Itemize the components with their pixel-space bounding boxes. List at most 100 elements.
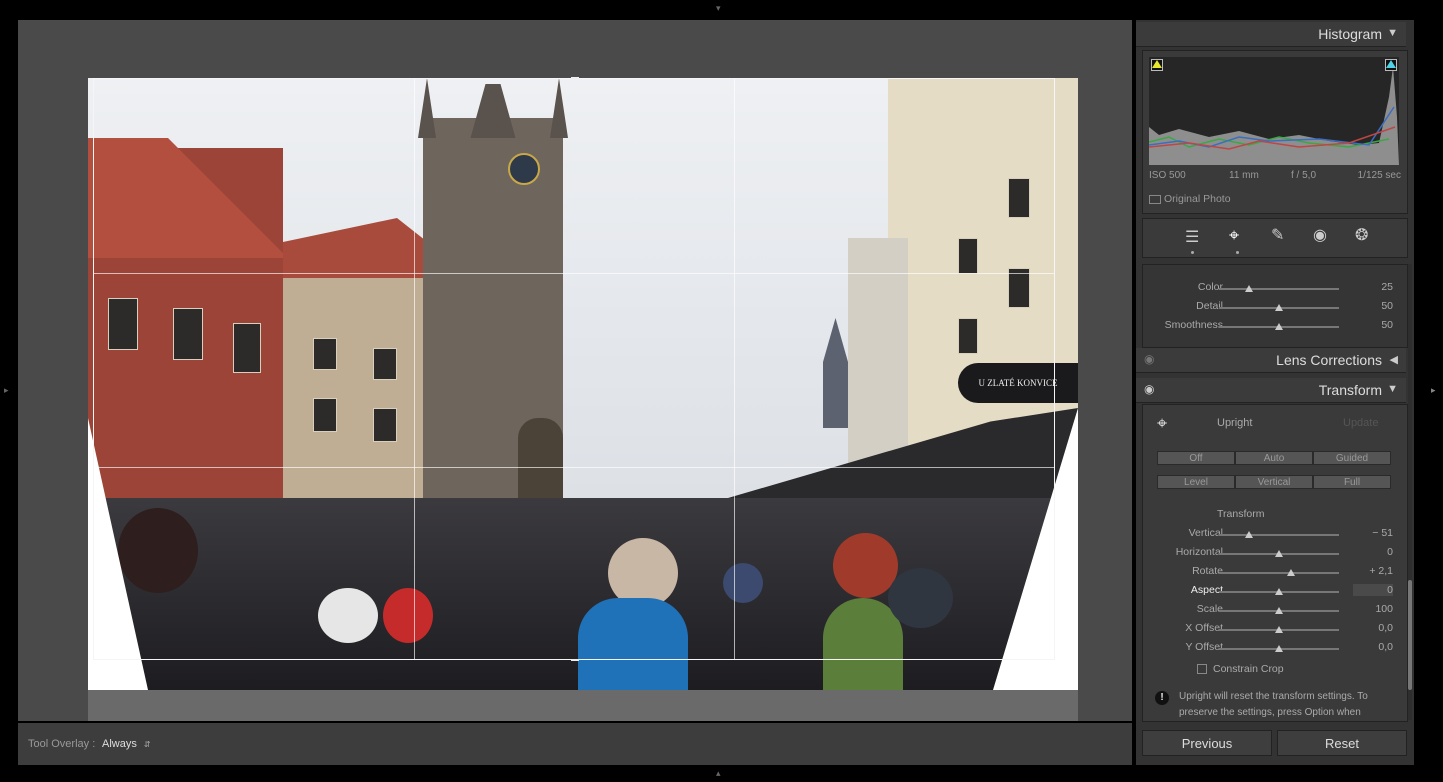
previous-button[interactable]: Previous <box>1142 730 1272 756</box>
checkbox[interactable] <box>1197 664 1207 675</box>
crop-icon[interactable]: ⌖ <box>1229 225 1239 246</box>
slider-row-smoothness[interactable]: Smoothness 50 <box>1143 317 1407 335</box>
upright-mode-off[interactable]: Off <box>1157 451 1235 465</box>
slider-track[interactable] <box>1219 572 1339 574</box>
crop-handle-top[interactable] <box>571 77 579 79</box>
slider-value[interactable]: 0,0 <box>1353 641 1393 653</box>
slider-row-horizontal[interactable]: Horizontal 0 <box>1143 544 1407 562</box>
upright-mode-auto[interactable]: Auto <box>1235 451 1313 465</box>
slider-thumb[interactable] <box>1275 645 1283 652</box>
noise-reduction-panel: Color 25 Detail 50 Smoothness 50 <box>1142 264 1408 348</box>
slider-value[interactable]: 100 <box>1353 603 1393 615</box>
active-tool-dot <box>1191 251 1194 254</box>
upright-mode-full[interactable]: Full <box>1313 475 1391 489</box>
slider-row-color[interactable]: Color 25 <box>1143 279 1407 297</box>
slider-row-rotate[interactable]: Rotate + 2,1 <box>1143 563 1407 581</box>
transform-header[interactable]: ◉ Transform ▼ <box>1136 378 1406 403</box>
guided-upright-tool-icon[interactable]: ⌖ <box>1157 413 1167 434</box>
slider-value[interactable]: 0 <box>1353 584 1393 596</box>
crop-overlay[interactable] <box>93 77 1055 661</box>
slider-label: Horizontal <box>1175 546 1223 558</box>
upright-label: Upright <box>1217 417 1253 429</box>
slider-row-vertical[interactable]: Vertical − 51 <box>1143 525 1407 543</box>
upright-mode-vertical[interactable]: Vertical <box>1235 475 1313 489</box>
toolbar: Tool Overlay : Always ⇵ <box>18 723 1132 765</box>
slider-row-y-offset[interactable]: Y Offset 0,0 <box>1143 639 1407 657</box>
visibility-eye-icon[interactable]: ◉ <box>1144 382 1154 396</box>
slider-label: Y Offset <box>1185 641 1223 653</box>
upright-mode-guided[interactable]: Guided <box>1313 451 1391 465</box>
checkbox[interactable] <box>1149 194 1161 204</box>
slider-thumb[interactable] <box>1275 588 1283 595</box>
slider-value[interactable]: 0 <box>1353 546 1393 558</box>
histogram-curve <box>1149 67 1399 165</box>
slider-label: Vertical <box>1188 527 1223 539</box>
radial-filter-icon[interactable]: ❂ <box>1355 225 1368 245</box>
active-tool-dot <box>1236 251 1239 254</box>
transform-title: Transform <box>1318 382 1382 398</box>
tool-overlay-select[interactable]: Always ⇵ <box>102 738 151 750</box>
tool-overlay-value: Always <box>102 738 137 750</box>
upright-mode-level[interactable]: Level <box>1157 475 1235 489</box>
slider-value[interactable]: 0,0 <box>1353 622 1393 634</box>
crop-grid-line <box>94 467 1054 468</box>
histogram-header[interactable]: Histogram ▼ <box>1136 22 1406 47</box>
original-photo-toggle[interactable]: Original Photo <box>1149 193 1231 205</box>
slider-thumb[interactable] <box>1245 531 1253 538</box>
panel-scrollbar[interactable] <box>1408 264 1412 720</box>
redeye-icon[interactable]: ◉ <box>1313 225 1327 245</box>
slider-value[interactable]: 50 <box>1353 300 1393 312</box>
reset-button[interactable]: Reset <box>1277 730 1407 756</box>
crop-grid-line <box>734 79 735 659</box>
tool-overlay-label: Tool Overlay : <box>28 738 96 750</box>
slider-label: Rotate <box>1192 565 1223 577</box>
top-panel-toggle-icon[interactable]: ▾ <box>716 4 721 13</box>
visibility-eye-icon[interactable]: ◉ <box>1144 352 1154 366</box>
expand-triangle-icon[interactable]: ◀ <box>1390 353 1398 366</box>
slider-label: X Offset <box>1185 622 1223 634</box>
slider-thumb[interactable] <box>1275 550 1283 557</box>
iso-readout: ISO 500 <box>1149 170 1186 181</box>
collapse-triangle-icon[interactable]: ▼ <box>1387 383 1398 395</box>
highlight-clipping-icon[interactable] <box>1385 59 1397 71</box>
slider-label: Aspect <box>1190 584 1223 596</box>
shutter-readout: 1/125 sec <box>1357 170 1401 181</box>
lens-corrections-header[interactable]: ◉ Lens Corrections ◀ <box>1136 348 1406 373</box>
crop-grid-line <box>414 79 415 659</box>
slider-row-x-offset[interactable]: X Offset 0,0 <box>1143 620 1407 638</box>
slider-thumb[interactable] <box>1245 285 1253 292</box>
collapse-triangle-icon[interactable]: ▼ <box>1387 27 1398 39</box>
slider-thumb[interactable] <box>1275 607 1283 614</box>
healing-icon[interactable]: ✎ <box>1271 225 1284 245</box>
aperture-readout: f / 5,0 <box>1291 170 1317 181</box>
image-workspace: U ZLATÉ KONVICE <box>18 20 1132 721</box>
shadow-clipping-icon[interactable] <box>1151 59 1163 71</box>
slider-thumb[interactable] <box>1275 626 1283 633</box>
focal-readout: 11 mm <box>1229 170 1259 181</box>
slider-thumb[interactable] <box>1275 304 1283 311</box>
slider-row-scale[interactable]: Scale 100 <box>1143 601 1407 619</box>
slider-track[interactable] <box>1219 534 1339 536</box>
scrollbar-thumb[interactable] <box>1408 580 1412 690</box>
crop-handle-bottom[interactable] <box>571 659 579 661</box>
slider-thumb[interactable] <box>1287 569 1295 576</box>
right-panel-toggle-icon[interactable]: ▸ <box>1431 386 1436 395</box>
sliders-icon[interactable]: ☰ <box>1185 227 1199 247</box>
bottom-panel-toggle-icon[interactable]: ▴ <box>716 769 721 778</box>
slider-value[interactable]: − 51 <box>1353 527 1393 539</box>
slider-thumb[interactable] <box>1275 323 1283 330</box>
constrain-crop-toggle[interactable]: Constrain Crop <box>1197 663 1284 675</box>
lens-corrections-title: Lens Corrections <box>1276 352 1382 368</box>
develop-right-panel: Histogram ▼ ISO 500 11 mm f / 5,0 1/125 … <box>1136 20 1414 765</box>
info-text-line2: preserve the settings, press Option when <box>1179 707 1361 718</box>
slider-value[interactable]: 25 <box>1353 281 1393 293</box>
update-button[interactable]: Update <box>1343 417 1378 429</box>
histogram-panel: ISO 500 11 mm f / 5,0 1/125 sec Original… <box>1142 50 1408 214</box>
slider-row-aspect[interactable]: Aspect 0 <box>1143 582 1407 600</box>
slider-track[interactable] <box>1219 288 1339 290</box>
left-panel-toggle-icon[interactable]: ▸ <box>4 386 9 395</box>
select-arrows-icon: ⇵ <box>143 740 151 749</box>
slider-value[interactable]: + 2,1 <box>1353 565 1393 577</box>
slider-value[interactable]: 50 <box>1353 319 1393 331</box>
slider-row-detail[interactable]: Detail 50 <box>1143 298 1407 316</box>
